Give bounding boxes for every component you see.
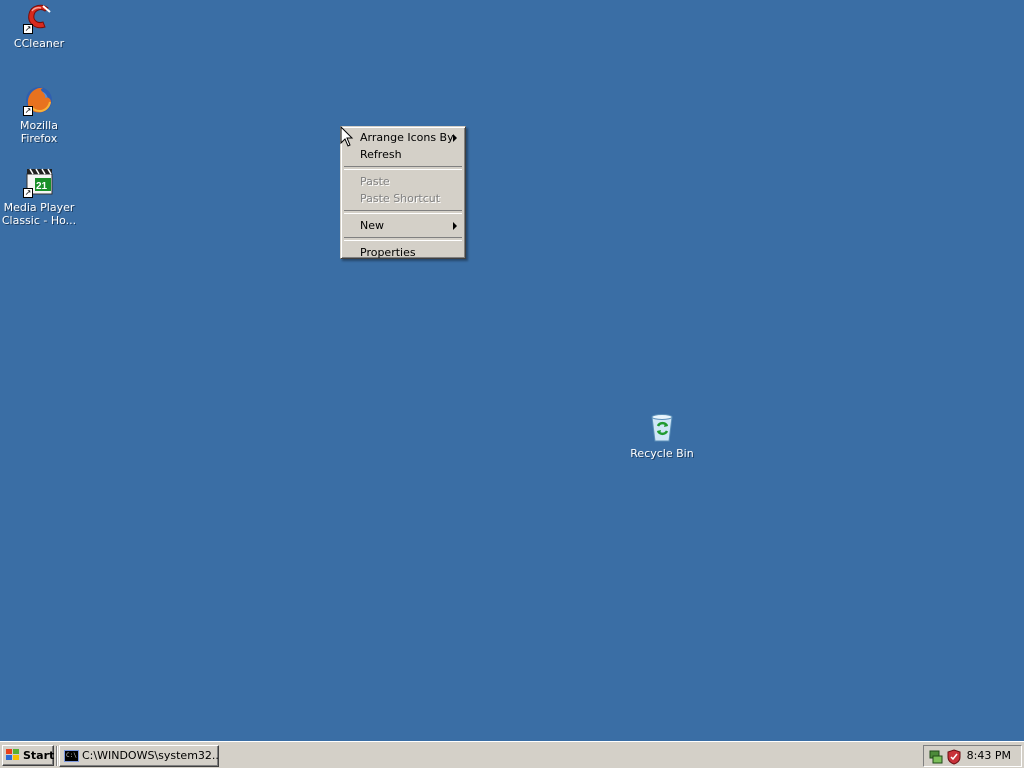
menu-item-arrange-icons-by[interactable]: Arrange Icons By [343, 129, 463, 146]
desktop-icon-ccleaner[interactable]: ↗ CCleaner [1, 2, 77, 50]
shortcut-arrow-icon: ↗ [23, 24, 33, 34]
menu-separator [344, 166, 462, 170]
menu-item-label: New [360, 219, 384, 232]
media-player-classic-icon: 21 ↗ [23, 166, 55, 198]
shortcut-arrow-icon: ↗ [23, 106, 33, 116]
start-button[interactable]: Start [2, 745, 54, 766]
ccleaner-icon: ↗ [23, 2, 55, 34]
shortcut-arrow-icon: ↗ [23, 188, 33, 198]
menu-item-properties[interactable]: Properties [343, 244, 463, 261]
taskbar: Start C:\ C:\WINDOWS\system32... 8:43 PM [0, 741, 1024, 768]
menu-item-label: Properties [360, 246, 416, 259]
desktop-context-menu: Arrange Icons By Refresh Paste Paste Sho… [340, 126, 466, 259]
desktop-icon-recycle-bin[interactable]: Recycle Bin [624, 412, 700, 460]
menu-item-label: Arrange Icons By [360, 131, 454, 144]
submenu-arrow-icon [453, 134, 457, 142]
security-shield-tray-icon[interactable] [946, 749, 962, 765]
windows-logo-icon [6, 749, 19, 760]
system-tray: 8:43 PM [923, 745, 1022, 767]
submenu-arrow-icon [453, 222, 457, 230]
start-label: Start [23, 749, 55, 762]
menu-item-paste-shortcut: Paste Shortcut [343, 190, 463, 207]
desktop-icon-label: Mozilla Firefox [20, 119, 58, 145]
firefox-icon: ↗ [23, 84, 55, 116]
recycle-bin-icon [646, 412, 678, 444]
menu-item-new[interactable]: New [343, 217, 463, 234]
menu-item-paste: Paste [343, 173, 463, 190]
taskbar-divider [56, 746, 58, 766]
command-prompt-icon: C:\ [64, 750, 79, 762]
desktop-icon-media-player-classic[interactable]: 21 ↗ Media Player Classic - Ho... [1, 166, 77, 227]
desktop-icon-firefox[interactable]: ↗ Mozilla Firefox [1, 84, 77, 145]
menu-item-label: Paste Shortcut [360, 192, 441, 205]
taskbar-button-command-prompt[interactable]: C:\ C:\WINDOWS\system32... [59, 745, 219, 767]
desktop[interactable]: ↗ CCleaner ↗ Mozilla Firefox 21 ↗ Media … [0, 0, 1024, 741]
menu-item-label: Paste [360, 175, 390, 188]
menu-item-label: Refresh [360, 148, 402, 161]
taskbar-clock[interactable]: 8:43 PM [967, 746, 1011, 766]
desktop-icon-label: Media Player Classic - Ho... [1, 201, 77, 227]
menu-item-refresh[interactable]: Refresh [343, 146, 463, 163]
network-tray-icon[interactable] [928, 749, 944, 765]
taskbar-button-label: C:\WINDOWS\system32... [82, 749, 219, 762]
desktop-icon-label: CCleaner [13, 37, 65, 50]
svg-text:21: 21 [36, 181, 48, 192]
desktop-icon-label: Recycle Bin [630, 447, 694, 460]
menu-separator [344, 237, 462, 241]
menu-separator [344, 210, 462, 214]
